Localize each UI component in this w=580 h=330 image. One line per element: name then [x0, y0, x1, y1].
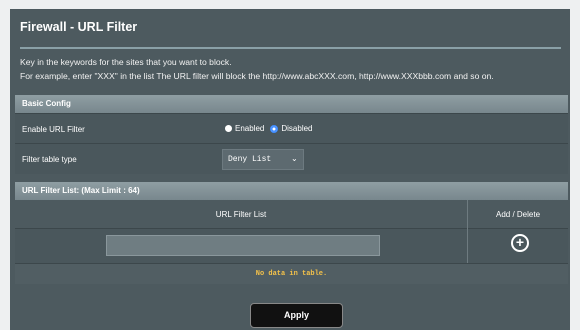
column-header-url-label: URL Filter List: [215, 210, 267, 219]
radio-disabled-label[interactable]: Disabled: [281, 124, 312, 133]
column-header-add-delete: Add / Delete: [468, 200, 568, 228]
enable-url-filter-label: Enable URL Filter: [22, 125, 85, 134]
filter-table-type-label: Filter table type: [22, 155, 77, 164]
radio-enabled[interactable]: [225, 125, 232, 132]
filter-table-type-row: Filter table type Deny List ⌄: [15, 143, 568, 174]
description-line-2: For example, enter "XXX" in the list The…: [20, 71, 494, 81]
radio-enabled-label[interactable]: Enabled: [235, 124, 264, 133]
url-filter-panel: Firewall - URL Filter Key in the keyword…: [10, 9, 570, 330]
radio-disabled[interactable]: [270, 124, 279, 133]
enable-url-filter-radio-group: Enabled Disabled: [225, 124, 319, 133]
filter-table-type-value: Deny List: [228, 155, 272, 164]
page-background: Firewall - URL Filter Key in the keyword…: [0, 0, 580, 330]
basic-config-header: Basic Config: [15, 95, 568, 113]
column-divider: [467, 200, 468, 263]
plus-circle-icon[interactable]: +: [511, 234, 529, 252]
column-header-add-delete-label: Add / Delete: [495, 210, 541, 219]
table-row-input: +: [15, 228, 568, 264]
url-filter-list-title: URL Filter List: (Max Limit : 64): [22, 186, 140, 195]
page-title: Firewall - URL Filter: [20, 20, 138, 34]
basic-config-title: Basic Config: [22, 99, 71, 108]
url-keyword-input[interactable]: [106, 235, 380, 256]
filter-table-type-select[interactable]: Deny List ⌄: [222, 149, 304, 170]
table-row-empty: No data in table.: [15, 263, 568, 284]
title-divider: [20, 47, 561, 49]
empty-table-message: No data in table.: [255, 270, 328, 278]
apply-button[interactable]: Apply: [250, 303, 343, 328]
column-header-url: URL Filter List: [15, 200, 467, 228]
chevron-down-icon: ⌄: [291, 154, 298, 163]
url-filter-list-header: URL Filter List: (Max Limit : 64): [15, 182, 568, 200]
description-line-1: Key in the keywords for the sites that y…: [20, 57, 232, 67]
enable-url-filter-row: Enable URL Filter Enabled Disabled: [15, 113, 568, 144]
